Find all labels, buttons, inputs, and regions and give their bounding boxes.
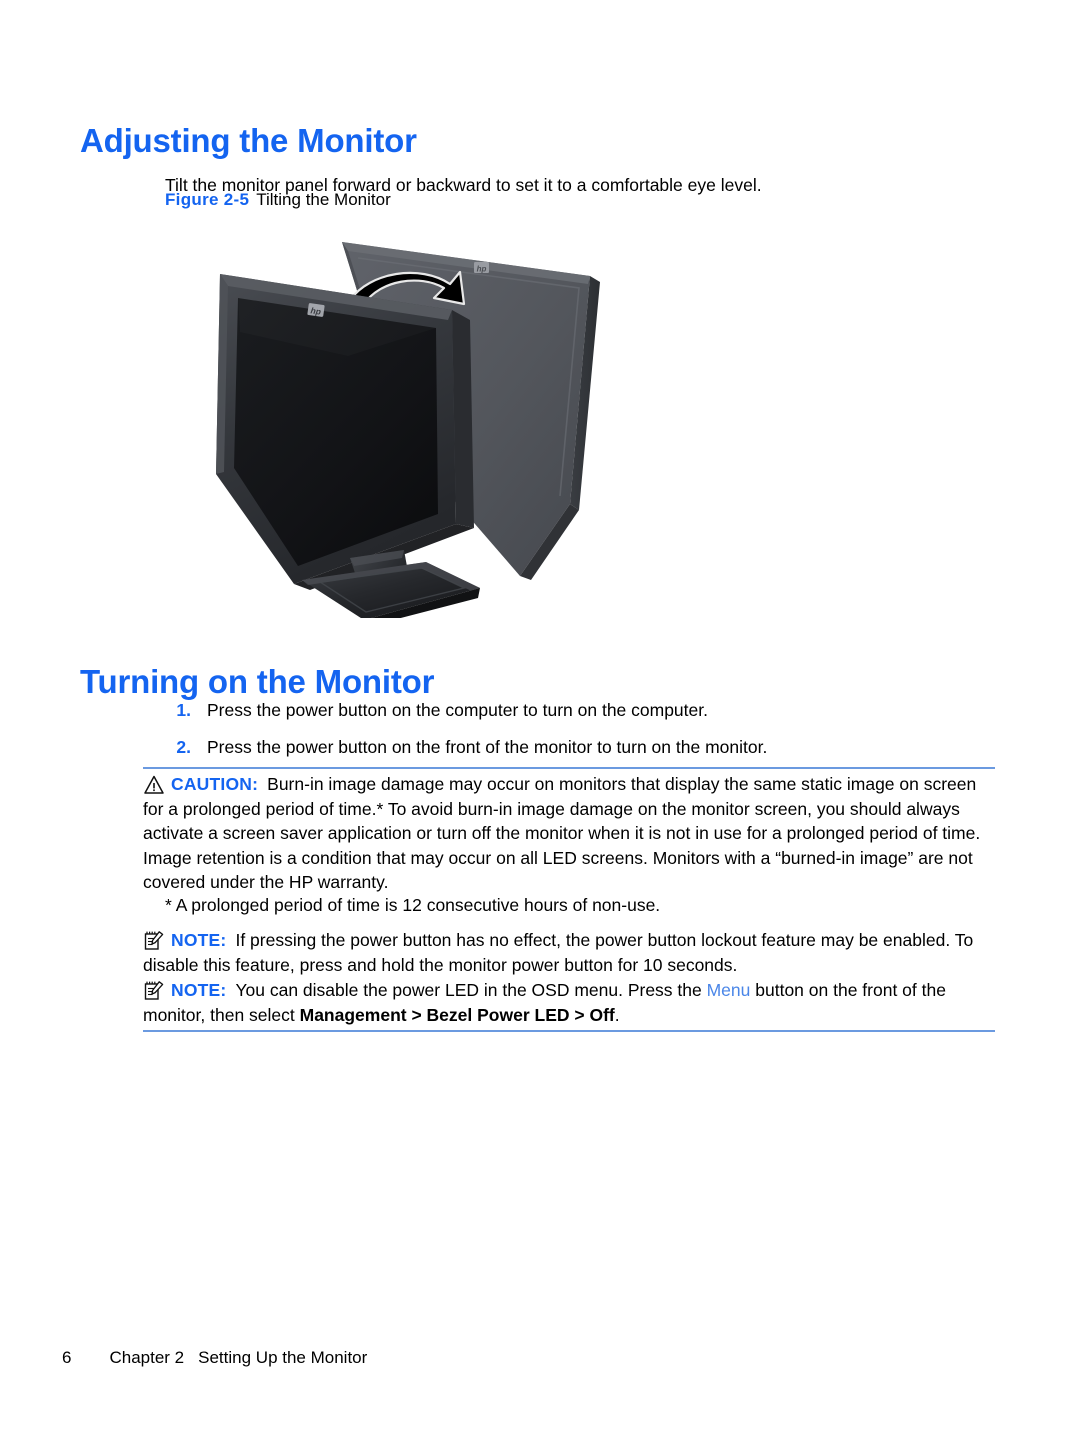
page-title-adjusting-the-monitor: Adjusting the Monitor [80,122,417,160]
hp-logo-back: hp [474,262,489,274]
admonition-bottom-divider [143,1030,995,1032]
list-item: 2. Press the power button on the front of… [165,735,995,760]
note-text-part-3: . [614,1004,620,1025]
list-item: 1. Press the power button on the computer… [165,698,995,723]
note-body-2: NOTE: You can disable the power LED in th… [143,978,999,1027]
monitor-front: hp [216,274,480,618]
footer-chapter-title: Setting Up the Monitor [198,1348,368,1367]
document-page: Adjusting the Monitor Tilt the monitor p… [0,0,1080,1437]
svg-text:hp: hp [477,265,487,274]
admonition-top-divider [143,767,995,769]
note-label: NOTE: [171,930,227,950]
list-item-number: 1. [176,700,191,720]
note-text-part-1: You can disable the power LED in the OSD… [235,980,707,1000]
figure-caption: Figure 2-5 Tilting the Monitor [165,190,391,210]
note-admonition-1: NOTE: If pressing the power button has no… [143,928,999,977]
page-title-turning-on-the-monitor: Turning on the Monitor [80,663,435,701]
caution-footnote: * A prolonged period of time is 12 conse… [165,895,661,915]
footer-chapter: Chapter 2 [109,1348,185,1367]
list-item-label: Press the power button on the computer t… [207,700,708,720]
osd-path-separator-2: > [569,1004,590,1025]
figure-number: Figure 2-5 [165,190,250,209]
turning-on-steps-list: 1. Press the power button on the computer… [165,698,995,772]
footer-page-number: 6 [62,1348,72,1367]
note-text: If pressing the power button has no effe… [143,930,974,975]
osd-path-off: Off [589,1004,615,1025]
caution-admonition: CAUTION: Burn-in image damage may occur o… [143,772,999,895]
hp-logo-front: hp [307,303,325,317]
page-footer: 6 Chapter 2 Setting Up the Monitor [62,1348,367,1368]
note-label: NOTE: [171,980,227,1000]
caution-label: CAUTION: [171,774,259,794]
monitor-tilt-illustration: hp hp [198,228,628,618]
note-body-1: NOTE: If pressing the power button has no… [143,928,999,977]
note-pencil-icon [143,930,167,954]
figure-title: Tilting the Monitor [256,190,391,209]
warning-triangle-icon [143,774,167,798]
list-item-label: Press the power button on the front of t… [207,737,768,757]
osd-path-separator-1: > [406,1004,427,1025]
caution-text: Burn-in image damage may occur on monito… [143,774,981,892]
note-pencil-icon [143,980,167,1004]
svg-text:hp: hp [310,305,322,316]
osd-path-bezel-power-led: Bezel Power LED [426,1004,570,1025]
list-item-number: 2. [176,737,191,757]
caution-body: CAUTION: Burn-in image damage may occur o… [143,772,999,895]
osd-path-management: Management [299,1004,407,1025]
note-admonition-2: NOTE: You can disable the power LED in th… [143,978,999,1027]
menu-button-reference: Menu [706,980,751,1000]
